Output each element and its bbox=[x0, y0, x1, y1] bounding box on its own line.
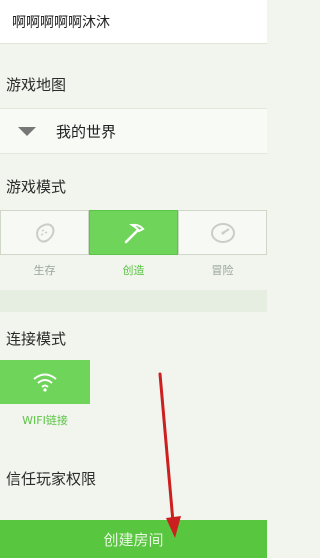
mode-adventure-label: 冒险 bbox=[211, 264, 234, 277]
mode-labels: 生存 创造 冒险 bbox=[0, 262, 267, 280]
mode-adventure-button[interactable] bbox=[178, 210, 267, 255]
wifi-icon bbox=[33, 373, 57, 392]
create-room-button[interactable]: 创建房间 bbox=[0, 520, 267, 558]
connection-section-title: 连接模式 bbox=[6, 330, 67, 348]
create-room-label: 创建房间 bbox=[103, 530, 164, 549]
map-selected-value: 我的世界 bbox=[56, 122, 117, 141]
trust-section-title: 信任玩家权限 bbox=[6, 470, 97, 488]
compass-icon bbox=[210, 222, 235, 243]
mode-survival-button[interactable] bbox=[0, 210, 89, 255]
mode-creative-button[interactable] bbox=[89, 210, 178, 255]
map-dropdown[interactable]: 我的世界 bbox=[0, 108, 267, 154]
room-name-value: 啊啊啊啊啊沐沐 bbox=[12, 14, 110, 31]
divider-band bbox=[0, 290, 267, 312]
dropdown-triangle-icon bbox=[18, 126, 36, 136]
mode-creative-label: 创造 bbox=[122, 264, 145, 277]
map-section-title: 游戏地图 bbox=[6, 76, 67, 94]
pickaxe-icon bbox=[124, 223, 145, 243]
mode-section-title: 游戏模式 bbox=[6, 178, 67, 196]
bread-icon bbox=[35, 222, 54, 243]
wifi-connection-label: WIFI链接 bbox=[22, 414, 68, 427]
room-name-field[interactable]: 啊啊啊啊啊沐沐 bbox=[0, 0, 267, 44]
mode-survival-label: 生存 bbox=[33, 264, 56, 277]
game-mode-selector bbox=[0, 210, 267, 255]
wifi-connection-button[interactable] bbox=[0, 360, 90, 404]
